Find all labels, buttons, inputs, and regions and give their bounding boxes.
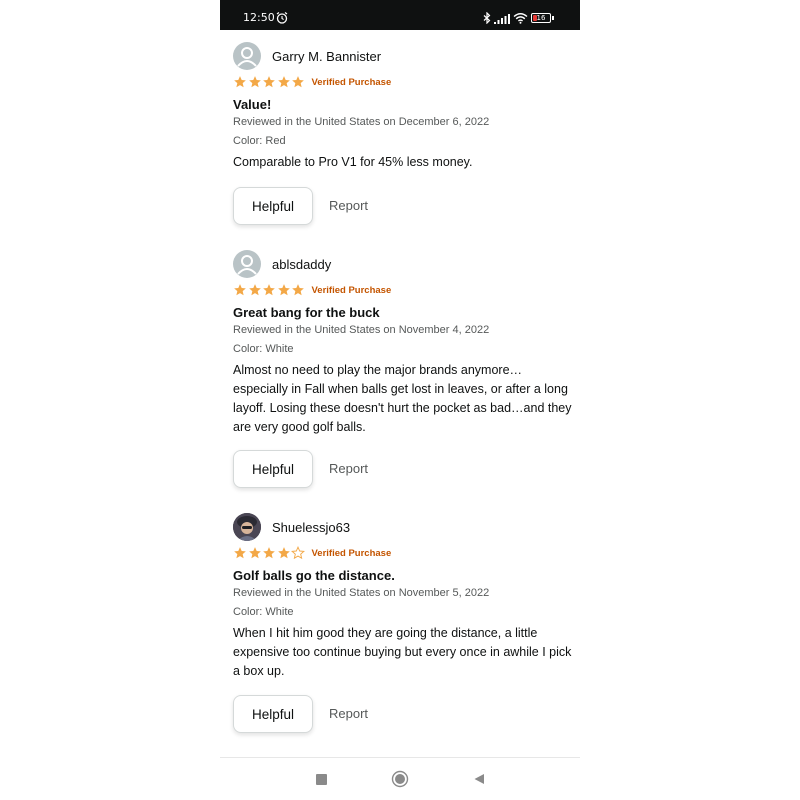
status-time: 12:50 [243, 11, 275, 24]
report-link[interactable]: Report [329, 198, 368, 213]
review-date: Reviewed in the United States on Decembe… [233, 116, 490, 128]
star-rating[interactable]: Verified Purchase [233, 546, 391, 560]
helpful-button[interactable]: Helpful [233, 695, 313, 733]
verified-purchase-badge: Verified Purchase [311, 547, 392, 559]
back-triangle-icon[interactable] [470, 770, 488, 788]
person-icon [237, 47, 257, 67]
battery-tip [552, 16, 554, 20]
recents-square-icon[interactable] [312, 770, 330, 788]
phone-screen: 12:50 16 Garry M. Bannister Verified Pur… [220, 0, 580, 800]
system-nav-bar [220, 758, 580, 800]
review-body: When I hit him good they are going the d… [233, 626, 572, 678]
review-body: Almost no need to play the major brands … [233, 363, 572, 434]
status-icons: 16 [483, 10, 554, 26]
person-icon [237, 255, 257, 275]
star-full-icon [263, 76, 275, 88]
review-title[interactable]: Great bang for the buck [233, 305, 380, 320]
star-full-icon [234, 284, 246, 296]
star-full-icon [292, 76, 304, 88]
signal-icon [494, 13, 510, 24]
review-variant: Color: Red [233, 135, 286, 147]
star-full-icon [292, 284, 304, 296]
reviewer-row: ablsdaddy [233, 249, 331, 279]
review-date: Reviewed in the United States on Novembe… [233, 324, 490, 336]
verified-purchase-badge: Verified Purchase [311, 76, 392, 88]
reviewer-row: Garry M. Bannister [233, 41, 381, 71]
star-full-icon [234, 76, 246, 88]
verified-purchase-badge: Verified Purchase [311, 284, 392, 296]
report-link[interactable]: Report [329, 461, 368, 476]
avatar[interactable] [233, 42, 261, 70]
star-full-icon [277, 284, 290, 296]
reviewer-row: Shuelessjo63 [233, 512, 350, 542]
battery-level: 16 [536, 14, 546, 22]
review-body: Comparable to Pro V1 for 45% less money. [233, 155, 473, 169]
star-full-icon [277, 547, 290, 559]
star-full-icon [263, 284, 275, 296]
profile-photo-icon [233, 513, 261, 541]
review-variant: Color: White [233, 343, 294, 355]
star-full-icon [234, 547, 246, 559]
status-bar: 12:50 16 [220, 0, 580, 30]
star-empty-icon [291, 546, 305, 560]
star-rating[interactable]: Verified Purchase [233, 283, 391, 297]
wifi-icon [513, 13, 528, 24]
star-full-icon [277, 76, 290, 88]
review-date: Reviewed in the United States on Novembe… [233, 587, 490, 599]
review-variant: Color: White [233, 606, 294, 618]
star-full-icon [248, 284, 261, 296]
reviewer-name[interactable]: Garry M. Bannister [272, 49, 381, 64]
star-full-icon [248, 76, 261, 88]
helpful-button[interactable]: Helpful [233, 187, 313, 225]
home-circle-icon[interactable] [391, 770, 409, 788]
review-title[interactable]: Golf balls go the distance. [233, 568, 395, 583]
report-link[interactable]: Report [329, 706, 368, 721]
star-rating[interactable]: Verified Purchase [233, 75, 391, 89]
reviewer-name[interactable]: ablsdaddy [272, 257, 331, 272]
reviewer-name[interactable]: Shuelessjo63 [272, 520, 350, 535]
avatar[interactable] [233, 513, 261, 541]
review-title[interactable]: Value! [233, 97, 271, 112]
star-full-icon [248, 547, 261, 559]
avatar[interactable] [233, 250, 261, 278]
alarm-icon [276, 12, 288, 24]
battery-icon: 16 [531, 13, 551, 23]
bluetooth-icon [483, 12, 491, 24]
helpful-button[interactable]: Helpful [233, 450, 313, 488]
star-full-icon [263, 547, 275, 559]
